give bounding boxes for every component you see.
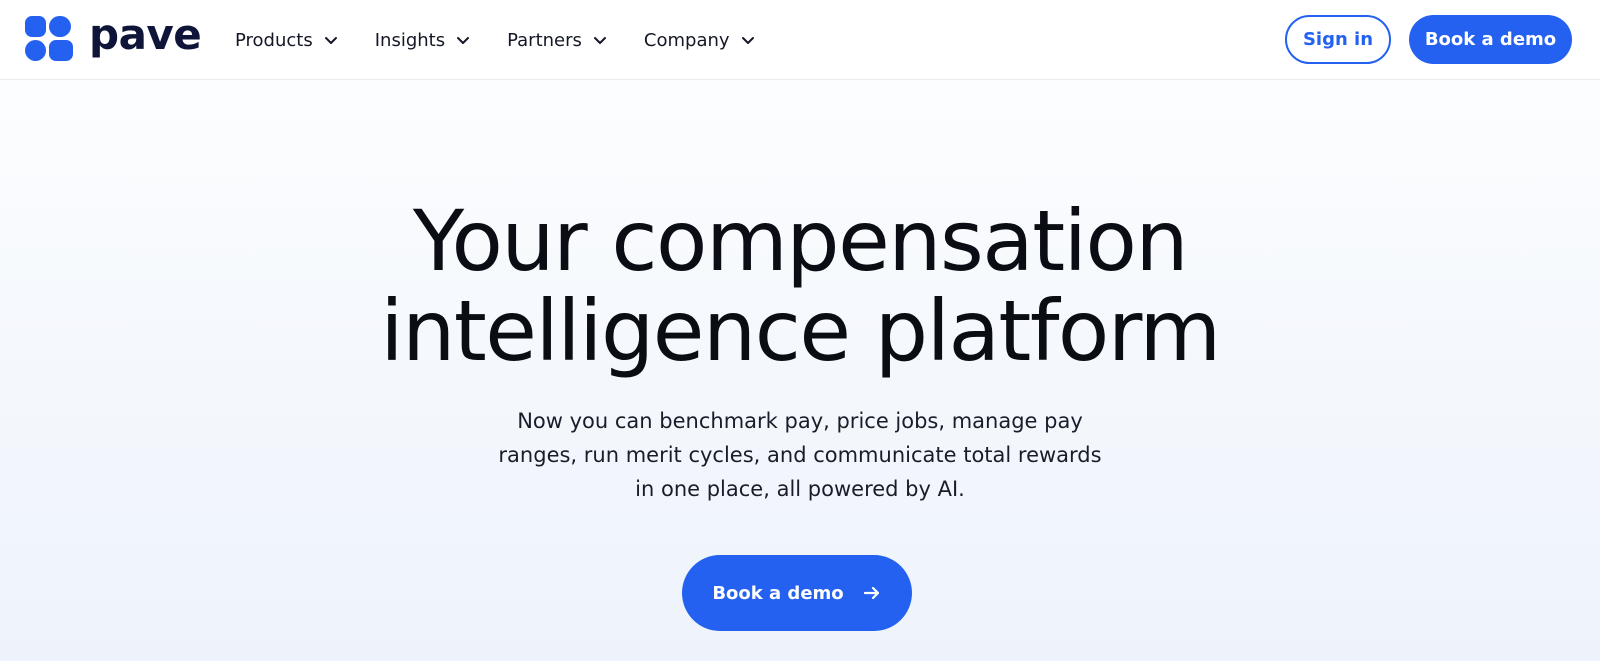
hero-title-line-2: intelligence platform xyxy=(380,282,1221,380)
hero-title: Your compensation intelligence platform xyxy=(0,196,1600,376)
site-header: pave Products Insights Partners Company xyxy=(0,0,1600,80)
arrow-right-icon xyxy=(862,583,882,603)
brand-name: pave xyxy=(89,9,202,59)
cta-label: Book a demo xyxy=(712,582,844,604)
hero-title-line-1: Your compensation xyxy=(412,192,1189,290)
pave-logo[interactable]: pave xyxy=(25,9,202,61)
book-demo-header-button[interactable]: Book a demo xyxy=(1409,15,1572,64)
nav-item-label: Insights xyxy=(374,29,446,51)
nav-item-company[interactable]: Company xyxy=(644,30,756,51)
main-nav: Products Insights Partners Company xyxy=(235,0,756,80)
hero-subtitle: Now you can benchmark pay, price jobs, m… xyxy=(498,409,1102,501)
nav-item-label: Partners xyxy=(507,29,582,51)
book-demo-hero-button[interactable]: Book a demo xyxy=(682,555,912,631)
four-blob-grid-icon xyxy=(25,16,75,61)
chevron-down-icon xyxy=(592,32,608,48)
chevron-down-icon xyxy=(455,32,471,48)
chevron-down-icon xyxy=(740,32,756,48)
nav-item-label: Company xyxy=(643,29,730,51)
nav-item-partners[interactable]: Partners xyxy=(507,30,608,51)
nav-item-insights[interactable]: Insights xyxy=(375,30,471,51)
nav-item-label: Products xyxy=(235,29,313,51)
sign-in-button[interactable]: Sign in xyxy=(1285,15,1391,64)
nav-item-products[interactable]: Products xyxy=(235,30,339,51)
chevron-down-icon xyxy=(323,32,339,48)
